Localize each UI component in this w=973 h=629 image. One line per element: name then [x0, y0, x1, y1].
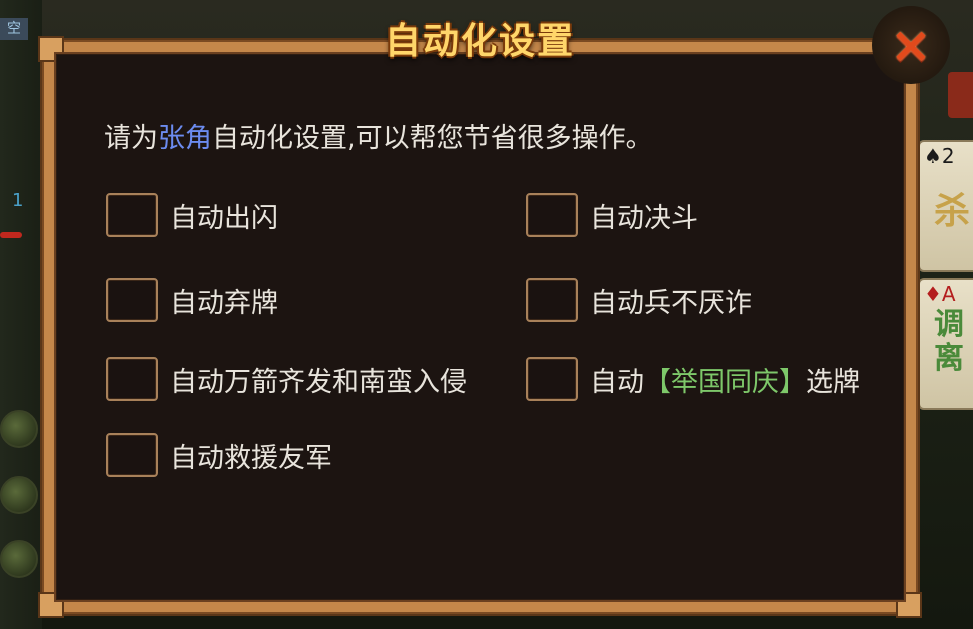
equip-slot-icon	[0, 540, 38, 578]
option-label: 自动万箭齐发和南蛮入侵	[170, 366, 467, 398]
side-tab[interactable]	[948, 72, 973, 118]
option-auto-arrows-invasion[interactable]: 自动万箭齐发和南蛮入侵	[106, 355, 467, 403]
checkbox[interactable]	[106, 433, 158, 477]
health-bar	[0, 232, 22, 238]
checkbox[interactable]	[526, 357, 578, 401]
option-auto-discard[interactable]: 自动弃牌	[106, 276, 278, 324]
left-badge: 空	[0, 18, 28, 40]
close-button[interactable]: ×	[872, 6, 950, 84]
checkbox[interactable]	[526, 193, 578, 237]
card-suit: ♦A	[924, 282, 956, 306]
close-icon: ×	[890, 16, 932, 74]
hand-card[interactable]: ♦A 调离	[918, 278, 973, 410]
hero-name: 张角	[158, 123, 212, 154]
equip-slot-icon	[0, 410, 38, 448]
checkbox[interactable]	[526, 278, 578, 322]
option-label: 自动弃牌	[170, 287, 278, 319]
intro-prefix: 请为	[104, 123, 158, 154]
option-auto-rescue-ally[interactable]: 自动救援友军	[106, 431, 332, 479]
option-label-suffix: 选牌	[806, 366, 860, 398]
card-name: 杀	[934, 191, 971, 232]
option-label: 自动兵不厌诈	[590, 287, 752, 319]
card-suit: ♠2	[924, 144, 955, 168]
option-auto-dodge[interactable]: 自动出闪	[106, 191, 278, 239]
checkbox[interactable]	[106, 357, 158, 401]
dialog-title: 自动化设置	[384, 21, 575, 62]
option-label: 自动出闪	[170, 202, 278, 234]
option-label-highlight: 【举国同庆】	[644, 366, 806, 398]
option-label: 自动决斗	[590, 202, 698, 234]
left-player-panel: 空 1	[0, 0, 42, 629]
option-label: 自动【举国同庆】选牌	[590, 360, 860, 399]
option-label: 自动救援友军	[170, 442, 332, 474]
option-auto-deception[interactable]: 自动兵不厌诈	[526, 276, 752, 324]
option-auto-celebration-pick[interactable]: 自动【举国同庆】选牌	[526, 355, 860, 403]
equip-slot-icon	[0, 476, 38, 514]
option-auto-duel[interactable]: 自动决斗	[526, 191, 698, 239]
card-name: 调离	[934, 307, 964, 376]
option-label-prefix: 自动	[590, 366, 644, 398]
hand-card[interactable]: ♠2 杀	[918, 140, 973, 272]
left-number: 1	[12, 190, 24, 211]
checkbox[interactable]	[106, 278, 158, 322]
intro-suffix: 自动化设置,可以帮您节省很多操作。	[212, 123, 653, 154]
intro-text: 请为张角自动化设置,可以帮您节省很多操作。	[104, 116, 653, 155]
checkbox[interactable]	[106, 193, 158, 237]
